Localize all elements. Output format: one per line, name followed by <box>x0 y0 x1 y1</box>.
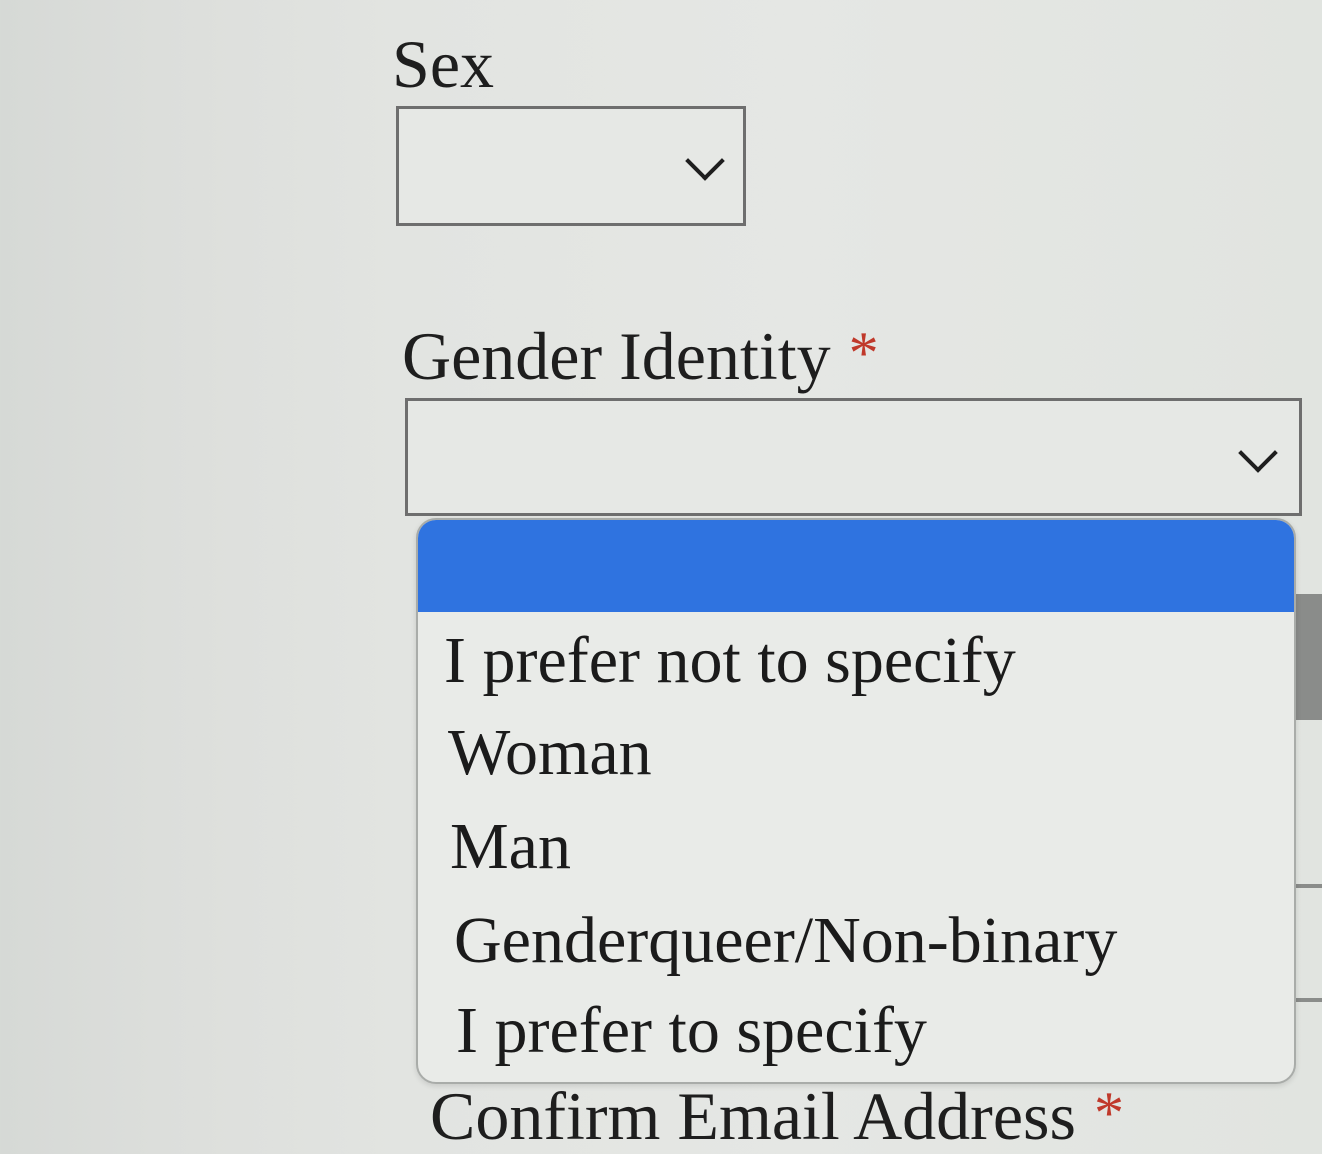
dropdown-option-woman[interactable]: Woman <box>448 720 652 786</box>
dropdown-option-prefer-to-specify[interactable]: I prefer to specify <box>456 998 927 1064</box>
confirm-email-label-text: Confirm Email Address <box>430 1078 1076 1154</box>
chevron-down-icon <box>685 141 725 181</box>
dropdown-option-empty-highlighted[interactable] <box>418 520 1294 612</box>
background-field-border <box>1296 884 1322 888</box>
gender-identity-label-text: Gender Identity <box>402 318 831 394</box>
registration-form: Sex Gender Identity * Confirm Email Addre… <box>0 0 1322 1150</box>
confirm-email-label: Confirm Email Address * <box>430 1082 1124 1150</box>
gender-identity-dropdown-list: I prefer not to specify Woman Man Gender… <box>416 518 1296 1084</box>
dropdown-option-man[interactable]: Man <box>450 814 571 880</box>
chevron-down-icon <box>1238 433 1278 473</box>
gender-identity-label: Gender Identity * <box>402 322 879 390</box>
background-field-border <box>1296 998 1322 1002</box>
sex-label: Sex <box>392 26 494 102</box>
sex-select[interactable] <box>396 106 746 226</box>
required-marker: * <box>1093 1080 1124 1146</box>
gender-identity-select[interactable] <box>405 398 1302 516</box>
required-marker: * <box>848 320 879 386</box>
background-field-edge <box>1296 594 1322 720</box>
dropdown-option-prefer-not-to-specify[interactable]: I prefer not to specify <box>444 628 1016 694</box>
dropdown-option-genderqueer-non-binary[interactable]: Genderqueer/Non-binary <box>454 908 1117 974</box>
